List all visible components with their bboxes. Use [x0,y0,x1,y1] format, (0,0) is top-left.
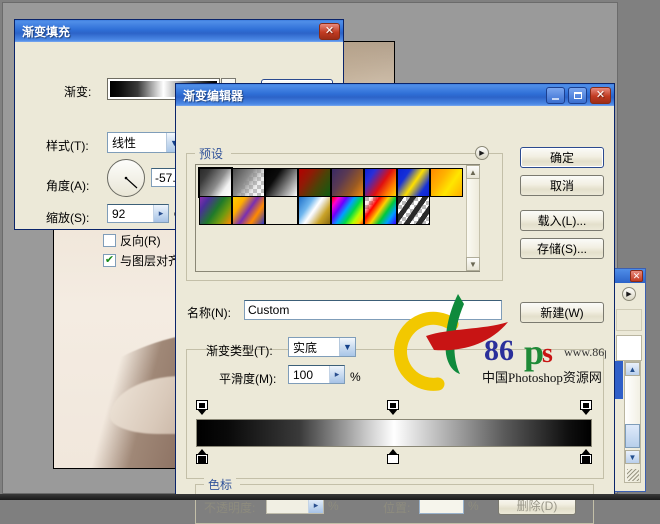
color-stop-midpoint-marker[interactable] [387,449,399,464]
screen: ✕ ▶ ▲ ▼ 渐变填充 ✕ 渐变: ▼ 样式(T): 线 [0,0,660,524]
gradient-name-input[interactable]: Custom [244,300,502,320]
preset-swatch-spectrum[interactable] [330,195,364,225]
gradient-editor-titlebar[interactable]: 渐变编辑器 ✕ [176,84,614,106]
gradient-editor-cancel-button[interactable]: 取消 [520,175,604,196]
smoothness-unit: % [350,370,361,384]
reverse-checkbox-row[interactable]: 反向(R) [103,232,161,249]
gradient-fill-gradient-label: 渐变: [64,85,92,99]
palette-scroll-up-button[interactable]: ▲ [625,362,640,376]
opacity-stop-50[interactable] [387,400,399,415]
opacity-stop-0[interactable] [196,400,208,415]
chevron-down-icon[interactable]: ▼ [339,338,355,356]
presets-menu-icon[interactable]: ▶ [475,146,489,160]
scale-value: 92 [112,206,126,221]
gradient-editor-close-button[interactable]: ✕ [590,86,611,104]
gradient-type-combo[interactable]: 实底 ▼ [288,337,356,357]
gradient-fill-close-button[interactable]: ✕ [319,22,340,40]
preset-swatch-transparent-rainbow[interactable] [363,195,397,225]
palette-menu-icon[interactable]: ▶ [622,287,636,301]
preset-swatch-foreground-to-background[interactable] [197,166,233,198]
preset-swatch-red-green[interactable] [297,167,331,197]
gradient-editor-load-button[interactable]: 载入(L)... [520,210,604,231]
presets-swatch-pane[interactable] [195,164,480,272]
presets-legend: 预设 [195,145,228,162]
color-stop-legend: 色标 [204,476,237,493]
preset-swatch-black-white[interactable] [264,167,298,197]
gradient-fill-style-label: 样式(T): [46,139,89,153]
reverse-label: 反向(R) [120,234,161,248]
smoothness-stepper-arrow-icon[interactable]: ▸ [329,366,344,383]
palette-scrollbar[interactable]: ▲ ▼ [624,361,641,483]
gradient-editor-dialog: 渐变编辑器 ✕ 预设 ▶ ▲ ▼ 确定 取消 载入(L)... 存储(S)...… [175,83,639,524]
stop-location-unit: % [468,499,479,513]
stop-opacity-label: 不透明度: [204,501,256,515]
palette-resize-grip[interactable] [627,469,639,481]
preset-swatch-violet-orange[interactable] [330,167,364,197]
gradient-fill-title: 渐变填充 [22,24,71,39]
gradient-type-label: 渐变类型(T): [206,344,273,358]
reverse-checkbox[interactable] [103,234,116,247]
angle-dial-needle-icon [124,176,138,189]
gradient-fill-scale-label: 缩放(S): [46,211,90,225]
smoothness-spinner[interactable]: 100 ▸ [288,365,345,384]
stop-opacity-unit: % [328,499,339,513]
preset-swatch-blue-yellow-blue[interactable] [396,167,430,197]
gradient-editor-save-button[interactable]: 存储(S)... [520,238,604,259]
presets-swatch-grid [197,166,463,225]
color-stop-100[interactable] [580,449,592,464]
palette-scroll-thumb[interactable] [625,424,640,448]
gradient-fill-style-combo[interactable]: 线性 ▼ [107,132,183,153]
presets-scroll-up-button[interactable]: ▲ [466,165,480,179]
stop-location-label: 位置: [383,501,411,515]
presets-scroll-down-button[interactable]: ▼ [466,257,480,271]
opacity-stop-100[interactable] [580,400,592,415]
gradient-editor-ok-button[interactable]: 确定 [520,147,604,168]
palette-row-2 [616,335,642,361]
presets-scrollbar[interactable]: ▲ ▼ [466,165,480,271]
gradient-type-value: 实底 [293,340,318,355]
palette-row-1 [616,309,642,331]
screen-bottom-edge [0,494,660,500]
preset-swatch-violet-green-orange[interactable] [198,195,232,225]
scale-stepper-arrow-icon[interactable]: ▸ [153,205,168,222]
gradient-fill-style-value: 线性 [112,136,137,150]
preset-swatch-blue-red-yellow[interactable] [363,167,397,197]
gradient-name-label: 名称(N): [187,306,231,320]
gradient-ramp[interactable] [196,419,592,447]
gradient-ramp-bar [197,420,591,446]
preset-swatch-foreground-to-transparent[interactable] [231,167,265,197]
gradient-editor-maximize-button[interactable] [568,86,587,104]
right-palette-sliver: ✕ ▶ ▲ ▼ [612,268,646,492]
smoothness-value: 100 [293,367,314,382]
palette-close-button[interactable]: ✕ [630,270,643,282]
presets-scroll-track[interactable] [466,179,480,257]
angle-dial[interactable] [107,159,145,197]
align-with-layer-checkbox[interactable]: ✔ [103,254,116,267]
smoothness-label: 平滑度(M): [219,372,277,386]
gradient-editor-minimize-button[interactable] [546,86,565,104]
gradient-fill-angle-label: 角度(A): [46,179,90,193]
gradient-fill-titlebar[interactable]: 渐变填充 ✕ [15,20,343,42]
color-stop-0[interactable] [196,449,208,464]
preset-swatch-orange-yellow-orange[interactable] [429,167,463,197]
preset-swatch-yellow-violet-orange-blue[interactable] [231,195,265,225]
gradient-editor-body: 预设 ▶ ▲ ▼ 确定 取消 载入(L)... 存储(S)... 新建(W) 名… [176,106,639,524]
palette-scroll-down-button[interactable]: ▼ [625,450,640,464]
preset-swatch-copper[interactable] [264,195,298,225]
gradient-editor-title: 渐变编辑器 [183,88,244,103]
preset-swatch-transparent-stripes[interactable] [396,195,430,225]
gradient-editor-new-button[interactable]: 新建(W) [520,302,604,323]
scale-spinner[interactable]: 92 ▸ [107,204,169,223]
preset-swatch-chrome[interactable] [297,195,331,225]
